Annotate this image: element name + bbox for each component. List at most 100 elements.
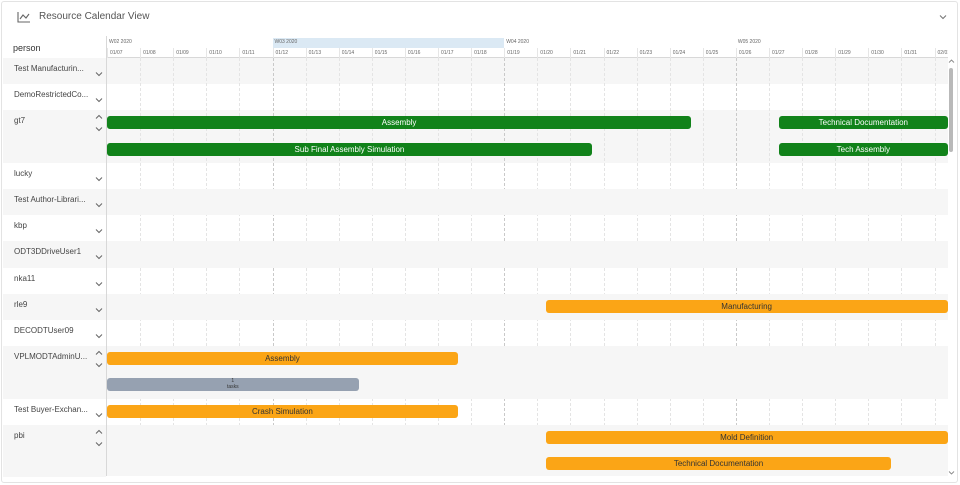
resource-row[interactable]: ODT3DDriveUser1	[3, 241, 106, 268]
resource-name: gt7	[14, 116, 26, 126]
chevron-down-icon[interactable]	[95, 97, 103, 103]
task-bar-label: Mold Definition	[720, 432, 774, 442]
task-bar[interactable]: 1 tasks	[107, 378, 359, 392]
task-bar[interactable]: Mold Definition	[545, 430, 948, 444]
resource-name: Test Manufacturin...	[14, 64, 84, 73]
scrollbar-thumb[interactable]	[949, 68, 953, 152]
task-bar-label: Manufacturing	[721, 301, 772, 311]
timeline[interactable]: W02 2020 W03 2020 W04 2020 W05 2020 01/07 01…	[106, 36, 948, 476]
resource-lane	[107, 163, 948, 189]
resource-name: pbi	[14, 430, 25, 440]
task-bar[interactable]: Technical Documentation	[545, 457, 892, 470]
day-label: 01/16	[404, 48, 438, 58]
resource-row[interactable]: rle9	[3, 293, 106, 320]
task-bar-label: Technical Documentation	[673, 459, 764, 468]
week-header-row: W02 2020 W03 2020 W04 2020 W05 2020	[107, 38, 948, 48]
resource-name: DemoRestrictedCo...	[14, 90, 89, 100]
task-bar-label: Assembly	[265, 354, 300, 364]
vertical-scrollbar[interactable]	[948, 58, 955, 476]
resource-lane	[107, 58, 948, 85]
chevron-down-icon[interactable]	[938, 12, 948, 22]
chevron-down-icon[interactable]	[95, 176, 103, 182]
chevron-down-icon[interactable]	[95, 412, 103, 418]
task-bar[interactable]: Crash Simulation	[107, 404, 458, 418]
day-label: 01/17	[438, 48, 471, 58]
chevron-down-icon[interactable]	[95, 441, 103, 447]
chevron-down-icon[interactable]	[95, 307, 103, 313]
day-label: 01/19	[504, 48, 537, 58]
resource-row[interactable]: gt7	[3, 110, 106, 163]
chevron-down-icon[interactable]	[95, 333, 103, 339]
day-label: 01/29	[835, 48, 868, 58]
day-label: 01/09	[173, 48, 206, 58]
task-bar-label: Crash Simulation	[251, 406, 313, 416]
day-label: 01/30	[868, 48, 901, 58]
chart-line-icon	[17, 12, 30, 23]
day-label: 01/14	[338, 48, 372, 58]
day-label: 01/13	[305, 48, 339, 58]
day-label: 01/28	[802, 48, 835, 58]
resource-lane	[107, 320, 948, 346]
chevron-down-icon[interactable]	[95, 254, 103, 260]
panel-header: Resource Calendar View	[2, 2, 957, 32]
chevron-down-icon[interactable]	[95, 228, 103, 234]
scroll-down-icon[interactable]	[948, 470, 955, 476]
resource-name: VPLMODTAdminU...	[14, 352, 88, 362]
resource-row[interactable]: Test Author-Librari...	[3, 189, 106, 216]
day-label: 01/21	[570, 48, 603, 58]
chevron-down-icon[interactable]	[95, 202, 103, 208]
day-label: 01/26	[735, 48, 769, 58]
chevron-down-icon[interactable]	[95, 71, 103, 77]
day-label: 02/01	[934, 48, 948, 58]
chevron-down-icon[interactable]	[95, 362, 103, 368]
task-bar-label: Assembly	[381, 118, 417, 128]
resource-row[interactable]: kbp	[3, 215, 106, 241]
resource-name: lucky	[14, 168, 33, 178]
resource-name: DECODTUser09	[14, 326, 74, 335]
resource-calendar-panel: Resource Calendar View person Test Manuf…	[1, 1, 958, 483]
resource-row[interactable]: lucky	[3, 163, 106, 189]
task-bar[interactable]: Assembly	[107, 352, 458, 366]
resource-row[interactable]: VPLMODTAdminU...	[3, 346, 106, 399]
task-bar-sublabel: tasks	[226, 384, 239, 391]
day-label: 01/27	[769, 48, 802, 58]
resource-row[interactable]: Test Manufacturin...	[3, 58, 106, 85]
task-bar[interactable]: Sub Final Assembly Simulation	[107, 142, 592, 156]
day-label: 01/12	[272, 48, 306, 58]
resource-name: rle9	[14, 299, 28, 309]
scroll-up-icon[interactable]	[948, 58, 955, 64]
day-header-row: 01/07 01/08 01/09 01/10 01/11 01/12 01/13 01/14…	[107, 48, 948, 58]
chevron-up-icon[interactable]	[95, 350, 103, 356]
day-label: 01/22	[603, 48, 637, 58]
resource-row[interactable]: nka11	[3, 268, 106, 294]
resource-lane	[107, 241, 948, 268]
day-label: 01/25	[702, 48, 736, 58]
day-label: 01/08	[140, 48, 173, 58]
resource-name: Test Buyer-Exchan...	[14, 404, 88, 414]
resource-name: Test Author-Librari...	[14, 195, 86, 204]
resource-lane	[107, 84, 948, 110]
chevron-up-icon[interactable]	[95, 114, 103, 120]
task-bar-label: Sub Final Assembly Simulation	[294, 144, 405, 154]
resource-lane	[107, 215, 948, 241]
day-label: 01/23	[636, 48, 670, 58]
chevron-down-icon[interactable]	[95, 281, 103, 287]
task-bar[interactable]: Manufacturing	[545, 299, 948, 313]
resource-column-header: person	[13, 43, 41, 53]
day-label: 01/10	[206, 48, 239, 58]
task-bar[interactable]: Assembly	[107, 116, 692, 130]
chevron-up-icon[interactable]	[95, 429, 103, 435]
resource-lane	[107, 268, 948, 294]
resource-row[interactable]: Test Buyer-Exchan...	[3, 399, 106, 425]
resource-row[interactable]: pbi	[3, 424, 106, 478]
resource-row[interactable]: DemoRestrictedCo...	[3, 84, 106, 110]
day-label: 01/20	[537, 48, 570, 58]
resource-lane	[107, 189, 948, 216]
week-label: W02 2020	[109, 39, 132, 45]
week-label: W03 2020	[272, 38, 505, 48]
resource-row[interactable]: DECODTUser09	[3, 320, 106, 346]
chevron-down-icon[interactable]	[95, 126, 103, 132]
task-bar[interactable]: Technical Documentation	[778, 116, 948, 130]
resource-name: nka11	[14, 273, 36, 283]
task-bar[interactable]: Tech Assembly	[778, 142, 948, 156]
